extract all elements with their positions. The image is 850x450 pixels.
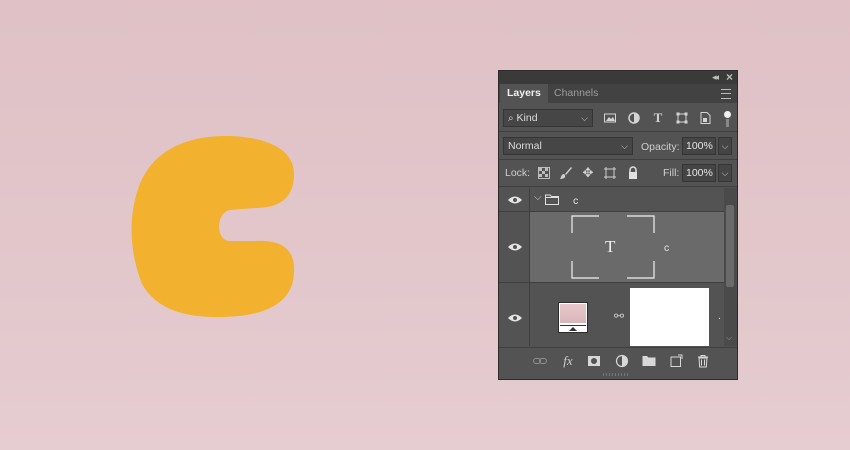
lock-label: Lock: (505, 167, 531, 179)
blend-mode-value: Normal (508, 140, 542, 152)
tab-layers[interactable]: Layers (500, 84, 548, 103)
layers-list: ⌵ c T c ⚯ . (499, 188, 724, 346)
folder-icon (545, 194, 559, 205)
chevron-down-icon: ⌵ (581, 113, 588, 123)
collapse-panel-icon[interactable]: ◂◂ (712, 72, 719, 83)
layer-name-fill: . (718, 310, 721, 322)
layer-row-group[interactable]: ⌵ c (499, 188, 724, 212)
adjustment-layer-icon[interactable] (615, 354, 629, 368)
fill-indicator-icon (560, 325, 586, 332)
delete-layer-icon[interactable] (696, 354, 710, 368)
link-layers-icon[interactable] (533, 354, 547, 368)
lock-artboard-icon[interactable] (603, 166, 617, 180)
lock-row: Lock: ✥ Fill: 100% ⌵ (499, 161, 737, 185)
type-filter-icon[interactable]: T (651, 111, 665, 125)
layers-panel: ◂◂ × Layers Channels ⌕ Kind ⌵ T Normal ⌵… (498, 70, 738, 380)
layer-name-group: c (573, 195, 579, 207)
search-icon: ⌕ (508, 113, 514, 124)
fill-layer-thumbnail[interactable] (558, 302, 588, 333)
eye-icon[interactable] (508, 314, 522, 322)
tab-channels[interactable]: Channels (547, 84, 605, 103)
text-layer-thumbnail[interactable]: T (571, 215, 655, 279)
layer-name-text: c (664, 242, 670, 254)
letter-c-shape (131, 136, 295, 318)
blend-mode-select[interactable]: Normal ⌵ (503, 137, 633, 155)
blend-row: Normal ⌵ Opacity: 100% ⌵ (499, 134, 737, 158)
panel-titlebar: ◂◂ × (499, 70, 737, 84)
adjustment-filter-icon[interactable] (627, 111, 641, 125)
fx-icon[interactable]: fx (561, 354, 575, 368)
lock-all-icon[interactable] (626, 166, 640, 180)
add-mask-icon[interactable] (587, 354, 601, 368)
image-filter-icon[interactable] (603, 111, 617, 125)
chain-link-icon[interactable]: ⚯ (614, 309, 624, 323)
filter-row: ⌕ Kind ⌵ T (499, 107, 737, 129)
filter-toggle-icon[interactable] (724, 109, 732, 129)
close-icon[interactable]: × (726, 70, 733, 84)
type-thumbnail-icon: T (605, 237, 616, 256)
fill-dropdown[interactable]: ⌵ (718, 164, 732, 182)
lock-image-pixels-icon[interactable] (559, 166, 573, 180)
layer-mask-thumbnail[interactable] (630, 288, 709, 346)
panel-tabbar: Layers Channels (499, 84, 737, 103)
chevron-down-icon[interactable]: ⌵ (534, 192, 542, 203)
visibility-column (499, 283, 530, 346)
new-group-icon[interactable] (642, 354, 656, 368)
fill-swatch (560, 304, 586, 323)
layers-scrollbar[interactable]: ⌵ (724, 188, 737, 346)
smart-object-filter-icon[interactable] (698, 111, 712, 125)
canvas-letter-c (131, 136, 295, 318)
visibility-column (499, 212, 530, 282)
chevron-down-icon: ⌵ (621, 141, 628, 151)
lock-transparent-pixels-icon[interactable] (537, 166, 551, 180)
resize-grip[interactable] (603, 373, 629, 376)
layer-row-text[interactable]: T c (499, 212, 724, 283)
opacity-label: Opacity: (641, 141, 680, 153)
opacity-dropdown[interactable]: ⌵ (718, 137, 732, 155)
shape-filter-icon[interactable] (675, 111, 689, 125)
scrollbar-thumb[interactable] (726, 205, 734, 287)
new-layer-icon[interactable] (669, 354, 683, 368)
panel-menu-icon[interactable] (721, 89, 731, 99)
layer-row-fill[interactable]: ⚯ . (499, 283, 724, 346)
eye-icon[interactable] (508, 196, 522, 204)
fill-label: Fill: (663, 167, 680, 179)
kind-filter-select[interactable]: ⌕ Kind ⌵ (503, 109, 593, 127)
eye-icon[interactable] (508, 243, 522, 251)
fill-input[interactable]: 100% (682, 164, 716, 182)
opacity-input[interactable]: 100% (682, 137, 716, 155)
layers-bottom-toolbar: fx (499, 347, 737, 374)
lock-position-icon[interactable]: ✥ (581, 166, 595, 180)
kind-label: Kind (516, 112, 538, 124)
visibility-column (499, 188, 530, 211)
scroll-down-icon[interactable]: ⌵ (726, 333, 732, 343)
